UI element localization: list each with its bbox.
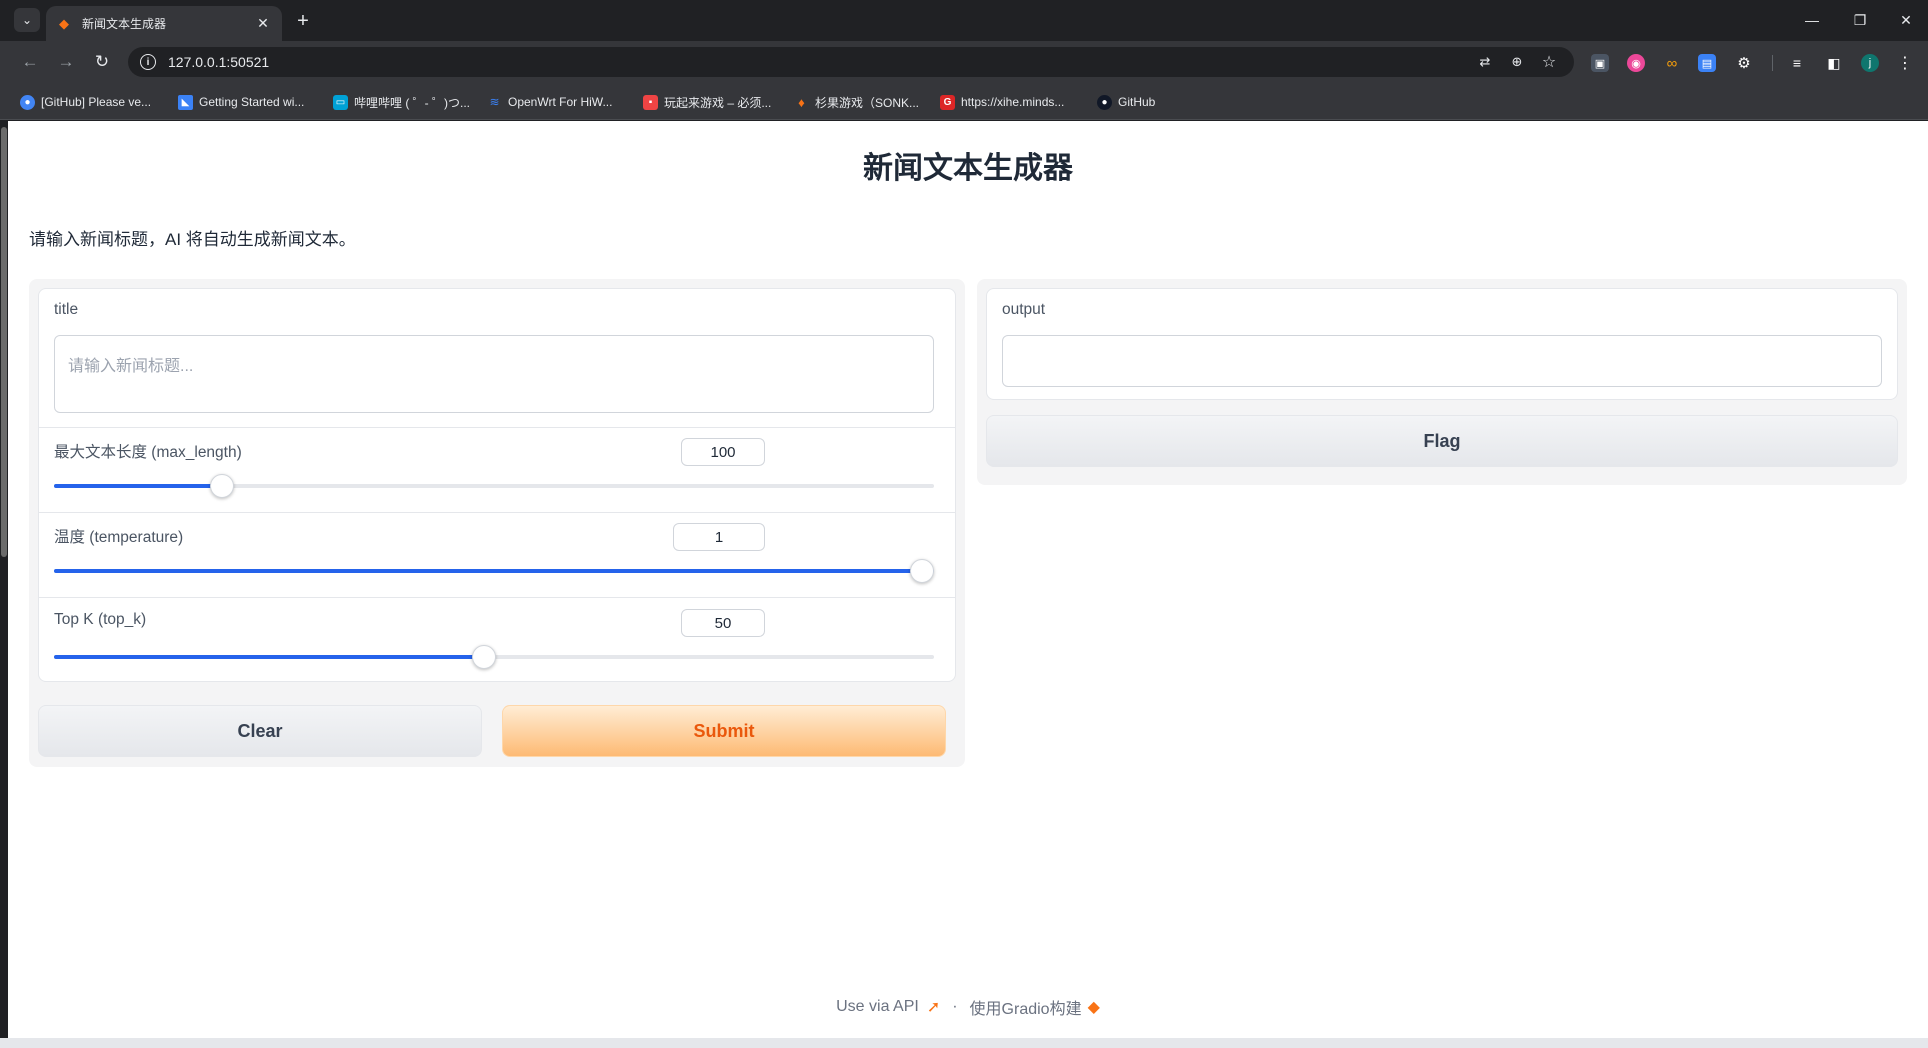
slider-fill <box>54 655 490 659</box>
slider-fill <box>54 569 934 573</box>
output-panel: output Flag <box>977 279 1907 485</box>
max-length-label: 最大文本长度 (max_length) <box>54 444 242 461</box>
temperature-slider[interactable] <box>54 559 934 583</box>
gradio-favicon-icon: ◆ <box>59 15 69 31</box>
sonkwo-icon: ♦ <box>798 94 805 110</box>
bookmark-item[interactable]: ▭ 哔哩哔哩 ( ゜- ゜)つ... <box>333 92 470 112</box>
bookmark-label: 玩起来游戏 – 必须... <box>664 95 772 110</box>
divider <box>39 427 955 428</box>
game-icon: ▪ <box>643 94 658 110</box>
clear-button[interactable]: Clear <box>38 705 482 757</box>
taskbar <box>0 1038 1928 1048</box>
address-bar[interactable]: i 127.0.0.1:50521 ⇄ ⊕ ☆ <box>128 47 1574 77</box>
submit-button[interactable]: Submit <box>502 705 946 757</box>
bookmark-item[interactable]: ● [GitHub] Please ve... <box>20 92 151 112</box>
bookmark-item[interactable]: G https://xihe.minds... <box>940 92 1064 112</box>
gradio-page: 新闻文本生成器 请输入新闻标题，AI 将自动生成新闻文本。 title 请输入新… <box>8 121 1928 1038</box>
top-k-slider[interactable] <box>54 645 934 669</box>
browser-toolbar: ← → ↻ i 127.0.0.1:50521 ⇄ ⊕ ☆ ▣ ◉ ∞ ▤ ⚙ … <box>0 41 1928 83</box>
close-window-icon[interactable]: ✕ <box>1886 6 1926 34</box>
translate-icon[interactable]: ⇄ <box>1476 54 1494 70</box>
puzzle-icon[interactable]: ⚙ <box>1735 54 1753 72</box>
top-k-number-input[interactable]: 50 <box>681 609 765 637</box>
bookmark-label: [GitHub] Please ve... <box>41 95 152 109</box>
input-panel: title 请输入新闻标题... 最大文本长度 (max_length) 100… <box>29 279 965 767</box>
tab-close-icon[interactable]: ✕ <box>254 15 272 32</box>
slider-thumb[interactable] <box>471 645 496 669</box>
toolbar-divider <box>1772 55 1773 71</box>
bookmark-label: 杉果游戏（SONK... <box>815 95 920 110</box>
page-title: 新闻文本生成器 <box>863 152 1073 185</box>
max-length-number-input[interactable]: 100 <box>681 438 765 466</box>
temperature-label: 温度 (temperature) <box>54 529 184 546</box>
bilibili-icon: ▭ <box>333 94 348 110</box>
use-via-api-link[interactable]: Use via API ➚ <box>836 997 940 1017</box>
browser-tabstrip: ⌄ ◆ 新闻文本生成器 ✕ + — ❐ ✕ <box>0 0 1928 41</box>
back-icon[interactable]: ← <box>16 48 44 76</box>
restore-icon[interactable]: ❐ <box>1840 6 1880 34</box>
reload-icon[interactable]: ↻ <box>88 48 116 76</box>
g-icon: G <box>940 94 955 110</box>
bookmark-item[interactable]: ≋ OpenWrt For HiW... <box>487 92 612 112</box>
bookmark-icon: ◣ <box>178 94 193 110</box>
new-tab-button[interactable]: + <box>290 8 316 34</box>
divider <box>39 512 955 513</box>
bookmark-item[interactable]: ● GitHub <box>1097 92 1155 112</box>
title-label: title <box>54 301 79 318</box>
divider <box>39 597 955 598</box>
wifi-icon: ≋ <box>489 95 500 109</box>
bookmarks-bar: ● [GitHub] Please ve... ◣ Getting Starte… <box>0 83 1928 120</box>
footer: Use via API ➚ · 使用Gradio构建 ◆ <box>8 995 1928 1019</box>
scrollbar-thumb[interactable] <box>1 127 7 557</box>
temperature-number-input[interactable]: 1 <box>673 523 765 551</box>
zoom-icon[interactable]: ⊕ <box>1508 54 1526 70</box>
side-panel-icon[interactable]: ◧ <box>1825 54 1843 72</box>
github-icon: ● <box>1097 94 1112 110</box>
bookmark-label: GitHub <box>1118 95 1156 109</box>
rocket-icon: ➚ <box>926 999 941 1016</box>
output-block: output <box>986 288 1898 400</box>
gradio-logo-icon: ◆ <box>1087 999 1100 1016</box>
footer-separator: · <box>952 998 958 1015</box>
bookmark-label: 哔哩哔哩 ( ゜- ゜)つ... <box>354 95 470 110</box>
tab-title: 新闻文本生成器 <box>82 17 167 31</box>
color-extension-icon[interactable]: ◉ <box>1627 54 1645 72</box>
page-scrollbar[interactable] <box>0 121 8 1038</box>
api-link-label: Use via API <box>836 998 919 1015</box>
built-with-label: 使用Gradio构建 <box>969 1001 1082 1018</box>
site-info-icon[interactable]: i <box>140 54 156 70</box>
infinity-extension-icon[interactable]: ∞ <box>1663 54 1681 72</box>
bookmark-item[interactable]: ◣ Getting Started wi... <box>178 92 304 112</box>
bookmark-label: https://xihe.minds... <box>961 95 1065 109</box>
menu-dots-icon[interactable]: ⋮ <box>1896 54 1914 72</box>
slider-thumb[interactable] <box>910 559 934 583</box>
chrome-icon: ● <box>20 94 35 110</box>
extension-icon[interactable]: ▣ <box>1591 54 1609 72</box>
max-length-slider[interactable] <box>54 474 934 498</box>
built-with-gradio-link[interactable]: 使用Gradio构建 ◆ <box>970 995 1100 1019</box>
slider-fill <box>54 484 224 488</box>
tab-search-button[interactable]: ⌄ <box>14 8 40 32</box>
docs-extension-icon[interactable]: ▤ <box>1698 54 1716 72</box>
profile-avatar[interactable]: j <box>1861 54 1879 72</box>
bookmark-label: Getting Started wi... <box>199 95 305 109</box>
top-k-label: Top K (top_k) <box>54 611 147 628</box>
slider-thumb[interactable] <box>209 474 234 498</box>
input-form: title 请输入新闻标题... 最大文本长度 (max_length) 100… <box>38 288 956 682</box>
output-label: output <box>1002 301 1046 318</box>
bookmark-item[interactable]: ▪ 玩起来游戏 – 必须... <box>643 92 771 112</box>
media-icon[interactable]: ≡ <box>1788 54 1806 72</box>
output-textbox[interactable] <box>1002 335 1882 387</box>
url-text: 127.0.0.1:50521 <box>168 54 270 70</box>
bookmark-item[interactable]: ♦ 杉果游戏（SONK... <box>794 92 919 112</box>
flag-button[interactable]: Flag <box>986 415 1898 467</box>
title-input[interactable]: 请输入新闻标题... <box>54 335 934 413</box>
minimize-icon[interactable]: — <box>1792 6 1832 34</box>
bookmark-star-icon[interactable]: ☆ <box>1540 54 1558 71</box>
browser-tab[interactable]: ◆ 新闻文本生成器 ✕ <box>46 6 282 41</box>
page-description: 请输入新闻标题，AI 将自动生成新闻文本。 <box>29 230 356 249</box>
bookmark-label: OpenWrt For HiW... <box>508 95 613 109</box>
forward-icon[interactable]: → <box>52 48 80 76</box>
